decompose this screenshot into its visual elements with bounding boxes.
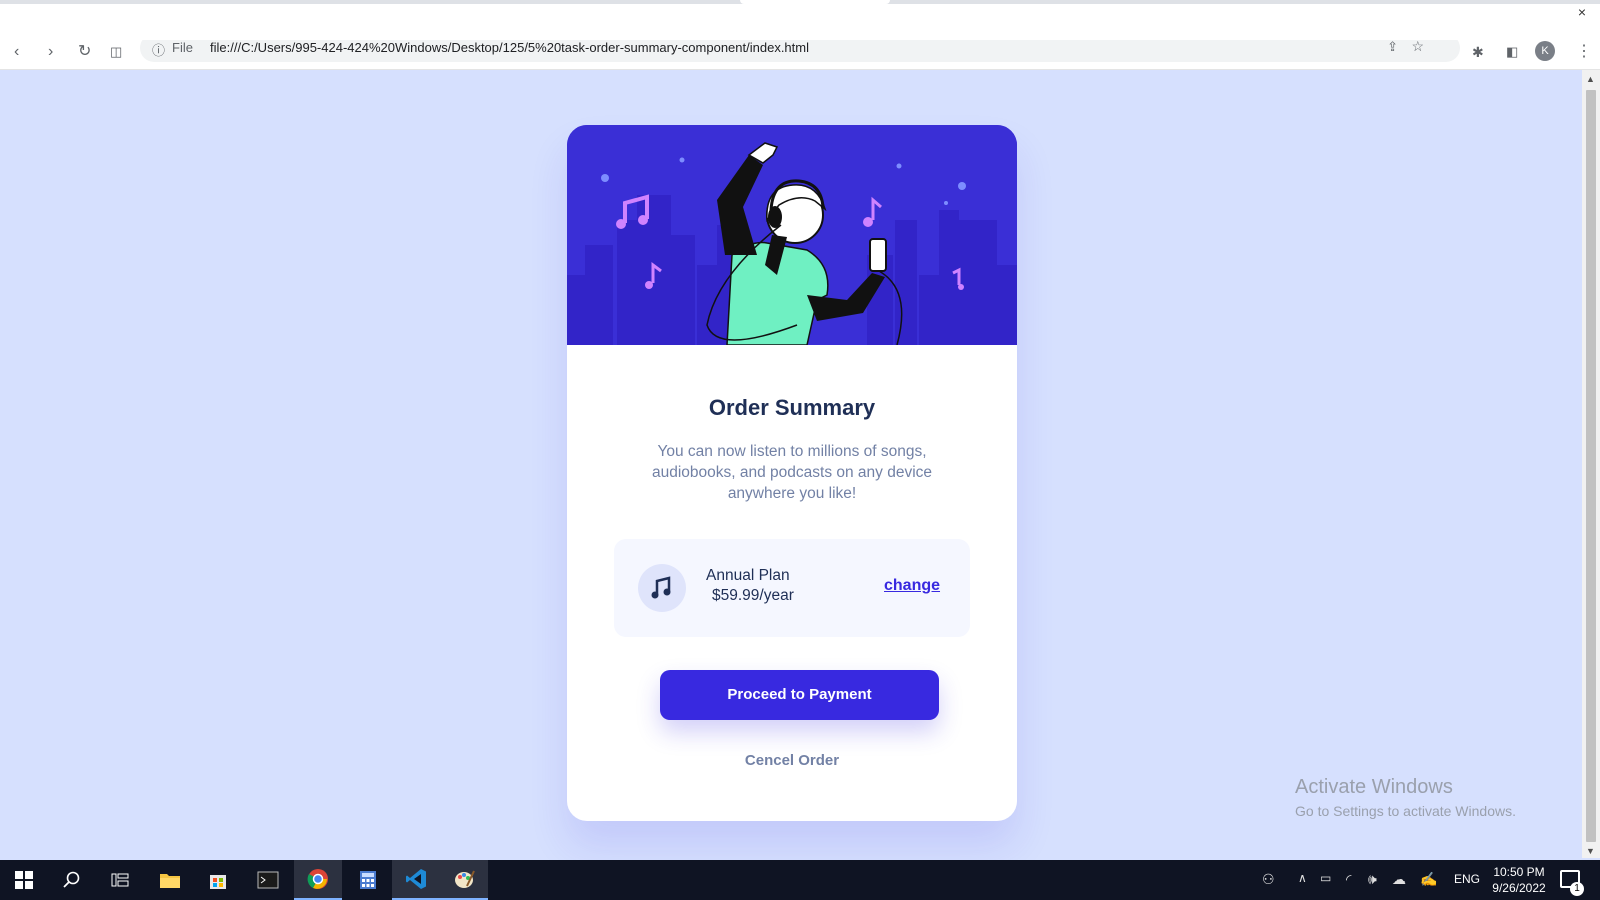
page-scrollbar[interactable]: ▲ ▼ xyxy=(1582,70,1600,858)
clock[interactable]: 10:50 PM 9/26/2022 xyxy=(1484,864,1554,896)
scroll-up-icon[interactable]: ▲ xyxy=(1586,74,1595,84)
plan-icon-circle xyxy=(638,564,686,612)
language-indicator[interactable]: ENG xyxy=(1454,872,1480,886)
activate-windows-title: Activate Windows xyxy=(1295,776,1453,798)
show-hidden-icons-icon[interactable]: ∧ xyxy=(1298,871,1307,885)
activate-windows-subtitle: Go to Settings to activate Windows. xyxy=(1295,803,1516,819)
dancing-person-illustration xyxy=(567,125,1017,346)
proceed-to-payment-button[interactable]: Proceed to Payment xyxy=(660,670,939,720)
browser-toolbar: ‹ › ↻ ◫ ⓘ File file:///C:/Users/995-424-… xyxy=(0,40,1600,70)
calculator-icon[interactable] xyxy=(344,860,392,900)
scrollbar-thumb[interactable] xyxy=(1586,90,1596,842)
search-icon[interactable] xyxy=(48,860,96,900)
plan-name: Annual Plan xyxy=(706,567,790,584)
hero-illustration xyxy=(567,125,1017,346)
music-note-icon xyxy=(651,576,671,599)
change-plan-link[interactable]: change xyxy=(884,577,940,595)
onedrive-icon[interactable]: ☁ xyxy=(1392,871,1406,888)
active-tab[interactable] xyxy=(740,0,890,4)
vscode-icon[interactable] xyxy=(392,860,440,900)
order-summary-card: Order Summary You can now listen to mill… xyxy=(567,125,1017,821)
store-icon[interactable] xyxy=(194,860,242,900)
activate-windows-watermark: Activate Windows Go to Settings to activ… xyxy=(1295,776,1516,819)
url-scheme-label: File xyxy=(172,40,193,55)
share-icon[interactable]: ⇪ xyxy=(1387,40,1398,55)
menu-icon[interactable]: ⋮ xyxy=(1576,44,1592,60)
url-text[interactable]: file:///C:/Users/995-424-424%20Windows/D… xyxy=(210,40,809,55)
pen-icon[interactable]: ✍ xyxy=(1420,871,1437,888)
order-summary-title: Order Summary xyxy=(708,395,876,420)
clock-date: 9/26/2022 xyxy=(1492,881,1546,895)
windows-taskbar: ⚇ ∧ ▭ ◜ 🕪 ☁ ✍ ENG 10:50 PM 9/26/2022 1 xyxy=(0,860,1600,900)
sidepanel-icon[interactable]: ◧ xyxy=(1506,44,1518,60)
battery-icon[interactable]: ▭ xyxy=(1320,871,1331,885)
task-view-icon[interactable] xyxy=(96,860,144,900)
network-icon[interactable]: ◜ xyxy=(1346,871,1351,888)
volume-icon[interactable]: 🕪 xyxy=(1368,871,1377,888)
paint-icon[interactable] xyxy=(440,860,488,900)
chrome-icon[interactable] xyxy=(294,860,342,900)
scroll-down-icon[interactable]: ▼ xyxy=(1586,846,1595,856)
terminal-icon[interactable] xyxy=(244,860,292,900)
home-icon[interactable]: ◫ xyxy=(110,44,122,60)
info-icon[interactable]: ⓘ xyxy=(152,40,165,59)
forward-icon[interactable]: › xyxy=(48,44,53,60)
notification-count-badge: 1 xyxy=(1570,882,1584,896)
address-bar[interactable]: ⓘ File file:///C:/Users/995-424-424%20Wi… xyxy=(140,40,1460,62)
plan-box: Annual Plan $59.99/year change xyxy=(614,539,970,637)
windows-start-icon[interactable] xyxy=(0,860,48,900)
people-icon[interactable]: ⚇ xyxy=(1262,871,1275,888)
profile-avatar[interactable]: K xyxy=(1535,41,1555,61)
extensions-icon[interactable]: ✱ xyxy=(1472,44,1484,60)
clock-time: 10:50 PM xyxy=(1493,865,1545,879)
cancel-order-button[interactable]: Cencel Order xyxy=(567,752,1017,769)
back-icon[interactable]: ‹ xyxy=(14,44,19,60)
star-icon[interactable]: ☆ xyxy=(1411,40,1424,55)
order-summary-description: You can now listen to millions of songs,… xyxy=(651,443,933,502)
plan-price: $59.99/year xyxy=(712,587,794,604)
file-explorer-icon[interactable] xyxy=(146,860,194,900)
reload-icon[interactable]: ↻ xyxy=(78,44,91,60)
window-close-button[interactable]: × xyxy=(1578,4,1586,20)
